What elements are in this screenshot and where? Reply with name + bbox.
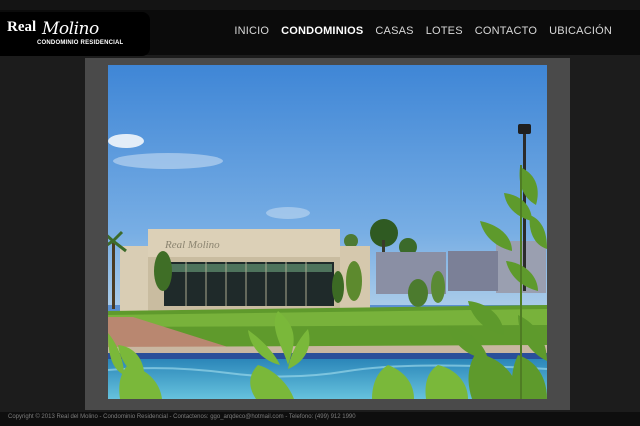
main-nav: INICIO CONDOMINIOS CASAS LOTES CONTACTO … [234, 25, 612, 37]
nav-condominios[interactable]: CONDOMINIOS [281, 25, 363, 37]
footer-copyright: Copyright © 2013 Real del Molino - Condo… [8, 414, 356, 420]
nav-contacto[interactable]: CONTACTO [475, 25, 537, 37]
nav-inicio[interactable]: INICIO [234, 25, 269, 37]
logo-text-real: Real [7, 19, 37, 35]
clubhouse-pool-photo: Real Molino [108, 65, 547, 399]
nav-casas[interactable]: CASAS [375, 25, 413, 37]
building-sign: Real Molino [164, 239, 220, 251]
nav-ubicacion[interactable]: UBICACIÓN [549, 25, 612, 37]
top-strip [0, 0, 640, 10]
site-logo[interactable]: Real Molino CONDOMINIO RESIDENCIAL [0, 12, 150, 56]
gallery-photo[interactable]: Real Molino [108, 65, 547, 399]
logo-tagline: CONDOMINIO RESIDENCIAL [37, 40, 124, 46]
nav-lotes[interactable]: LOTES [426, 25, 463, 37]
logo-text-molino: Molino [42, 19, 99, 39]
footer: Copyright © 2013 Real del Molino - Condo… [0, 412, 640, 426]
